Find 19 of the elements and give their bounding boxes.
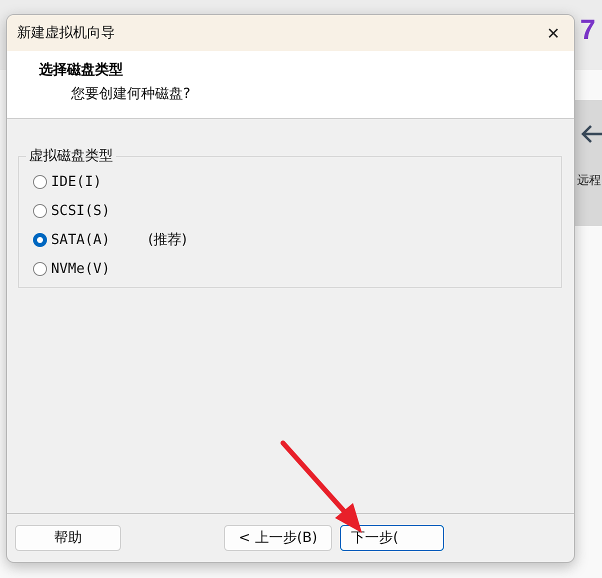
radio-button[interactable] <box>33 174 47 188</box>
page-title: 选择磁盘类型 <box>39 61 124 79</box>
radio-label[interactable]: SCSI(S) <box>51 202 110 218</box>
close-button[interactable]: ✕ <box>542 22 564 44</box>
radio-button[interactable] <box>33 232 47 246</box>
next-button[interactable]: 下一步( <box>340 525 444 551</box>
radio-label[interactable]: NVMe(V) <box>51 260 110 276</box>
logo-text: 7 <box>580 14 596 46</box>
help-button[interactable]: 帮助 <box>15 525 121 551</box>
radio-label[interactable]: SATA(A) <box>51 232 110 248</box>
back-button[interactable]: < 上一步(B) <box>224 525 332 551</box>
side-text: 远程 <box>577 172 601 189</box>
recommended-note: (推荐) <box>148 230 187 248</box>
page-subtitle: 您要创建何种磁盘? <box>71 85 192 103</box>
radio-button[interactable] <box>33 204 47 218</box>
group-label: 虚拟磁盘类型 <box>28 147 114 165</box>
radio-label[interactable]: IDE(I) <box>51 174 102 190</box>
radio-button[interactable] <box>33 262 47 276</box>
window-title: 新建虚拟机向导 <box>17 24 115 42</box>
